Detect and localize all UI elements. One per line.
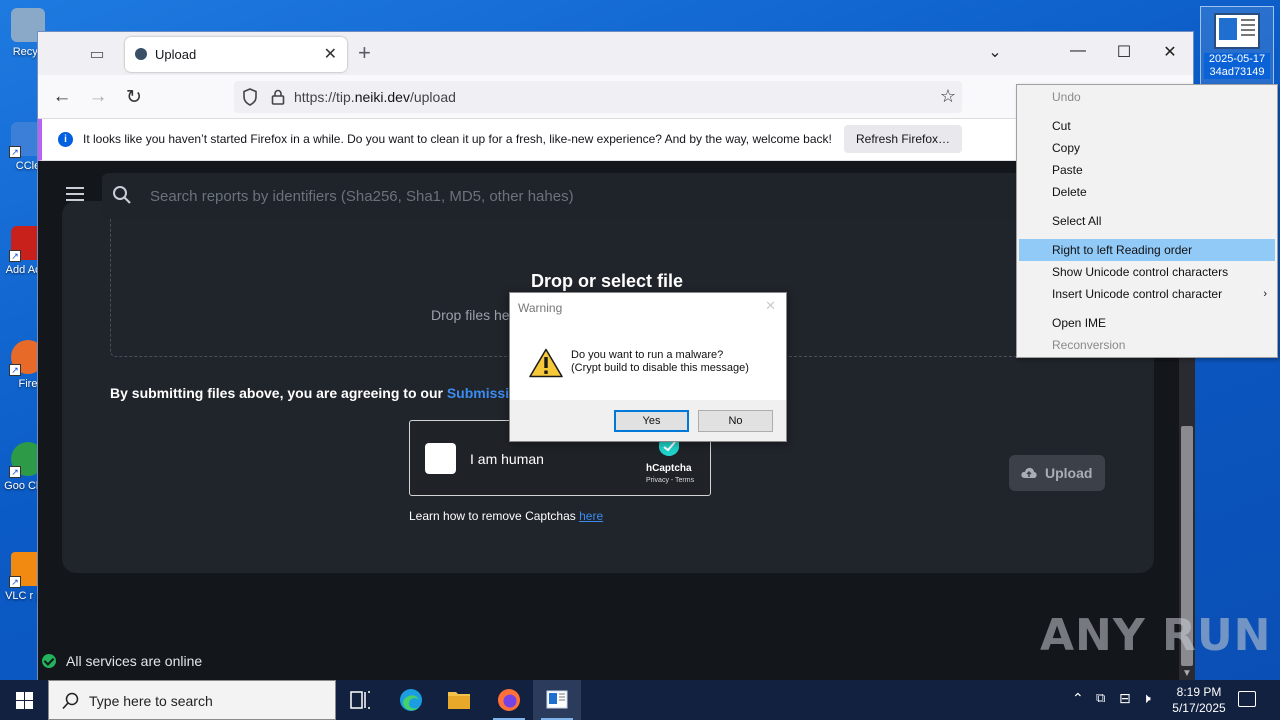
dialog-body: Do you want to run a malware? (Crypt bui…	[510, 323, 786, 400]
tab-list-chevron-icon[interactable]: ⌄	[980, 42, 1010, 62]
desktop-file-label: 2025-05-17 34ad73149	[1204, 53, 1270, 79]
no-button[interactable]: No	[698, 410, 773, 432]
taskbar-firefox[interactable]	[485, 680, 533, 720]
menu-item-paste[interactable]: Paste	[1019, 159, 1275, 181]
search-placeholder: Search reports by identifiers (Sha256, S…	[150, 188, 574, 205]
forward-icon[interactable]: →	[86, 86, 110, 108]
url-text: https://tip.neiki.dev/upload	[294, 89, 456, 105]
chevron-up-icon[interactable]: ⌃	[1072, 690, 1084, 707]
back-icon[interactable]: ←	[50, 86, 74, 108]
menu-item-open-ime[interactable]: Open IME	[1019, 312, 1275, 334]
upload-button[interactable]: Upload	[1009, 455, 1105, 491]
service-status: All services are online	[42, 653, 202, 669]
submenu-arrow-icon: ›	[1263, 288, 1267, 300]
anyrun-watermark: ANY RUN	[1040, 610, 1272, 661]
info-icon: i	[58, 132, 73, 147]
folder-icon	[448, 692, 470, 709]
dialog-message-line1: Do you want to run a malware?	[571, 349, 724, 361]
dialog-title: Warning	[518, 301, 563, 315]
yes-button[interactable]: Yes	[614, 410, 689, 432]
tab-bar: ▭ Upload ✕ + ⌄ — ☐ ✕	[38, 32, 1193, 75]
warning-dialog: Warning ✕ Do you want to run a malware? …	[509, 292, 787, 442]
network-icon[interactable]: ⊟	[1119, 690, 1131, 707]
hcaptcha-brand: hCaptcha	[646, 463, 692, 474]
desktop-file-icon[interactable]: 2025-05-17 34ad73149	[1200, 6, 1274, 86]
minimize-icon[interactable]: —	[1063, 42, 1093, 60]
new-tab-icon[interactable]: +	[358, 40, 371, 66]
warning-icon	[529, 348, 563, 378]
captcha-label: I am human	[470, 451, 544, 467]
agreement-text: By submitting files above, you are agree…	[110, 385, 527, 401]
document-icon	[546, 690, 568, 709]
site-header: Search reports by identifiers (Sha256, S…	[62, 173, 1162, 219]
task-view-icon	[350, 691, 370, 709]
check-circle-icon	[42, 654, 56, 668]
bookmark-star-icon[interactable]: ☆	[940, 86, 956, 107]
firefox-view-icon[interactable]: ▭	[86, 44, 108, 64]
taskbar-file-explorer[interactable]	[435, 680, 483, 720]
close-tab-icon[interactable]: ✕	[324, 44, 337, 64]
taskbar-active-app[interactable]	[533, 680, 581, 720]
captcha-checkbox[interactable]	[425, 443, 456, 474]
dialog-titlebar: Warning ✕	[510, 293, 786, 323]
menu-item-reconversion[interactable]: Reconversion	[1019, 334, 1275, 356]
document-icon	[1214, 13, 1260, 49]
search-icon	[62, 692, 79, 710]
edge-icon	[400, 689, 422, 711]
tab-upload[interactable]: Upload ✕	[125, 37, 347, 72]
scroll-down-icon[interactable]: ▼	[1182, 668, 1192, 679]
favicon-icon	[135, 48, 147, 60]
menu-item-select-all[interactable]: Select All	[1019, 210, 1275, 232]
search-icon	[113, 186, 131, 204]
firefox-icon	[498, 689, 520, 711]
reload-icon[interactable]: ↻	[122, 86, 146, 109]
menu-item-delete[interactable]: Delete	[1019, 181, 1275, 203]
shield-icon[interactable]	[242, 88, 258, 106]
start-button[interactable]	[0, 680, 48, 720]
context-menu: Undo Cut Copy Paste Delete Select All Ri…	[1016, 84, 1278, 358]
cloud-upload-icon	[1021, 467, 1037, 478]
clock-date: 5/17/2025	[1172, 701, 1226, 715]
taskbar-edge[interactable]	[387, 680, 435, 720]
lock-icon[interactable]	[270, 88, 286, 106]
menu-item-show-unicode[interactable]: Show Unicode control characters	[1019, 261, 1275, 283]
captcha-help-text: Learn how to remove Captchas here	[409, 509, 604, 523]
menu-item-rtl-reading-order[interactable]: Right to left Reading order	[1019, 239, 1275, 261]
menu-item-copy[interactable]: Copy	[1019, 137, 1275, 159]
security-icon[interactable]: ⧉	[1096, 690, 1105, 706]
maximize-icon[interactable]: ☐	[1109, 42, 1139, 62]
notification-center-icon[interactable]	[1238, 691, 1256, 707]
address-bar[interactable]: https://tip.neiki.dev/upload ☆	[234, 81, 962, 113]
dropzone-title: Drop or select file	[530, 271, 684, 291]
task-view-button[interactable]	[336, 680, 384, 720]
clock-time: 8:19 PM	[1176, 685, 1222, 699]
taskbar: Type here to search ⌃ ⧉ ⊟ 🕨 8:19 PM 5/17…	[0, 680, 1280, 720]
clock[interactable]: 8:19 PM 5/17/2025	[1160, 684, 1238, 716]
dialog-message-line2: (Crypt build to disable this message)	[571, 362, 749, 374]
report-search-input[interactable]: Search reports by identifiers (Sha256, S…	[102, 173, 1162, 219]
tab-title: Upload	[155, 47, 197, 62]
close-window-icon[interactable]: ✕	[1155, 42, 1185, 62]
menu-item-cut[interactable]: Cut	[1019, 115, 1275, 137]
dropzone-subtitle: Drop files he	[431, 307, 510, 323]
captcha-help-link[interactable]: here	[579, 509, 603, 523]
volume-icon[interactable]: 🕨	[1142, 690, 1151, 707]
refresh-firefox-button[interactable]: Refresh Firefox…	[844, 125, 963, 153]
taskbar-search-input[interactable]: Type here to search	[48, 680, 336, 720]
dialog-footer: Yes No	[510, 400, 786, 441]
dialog-close-icon[interactable]: ✕	[765, 298, 776, 314]
hcaptcha-terms-link[interactable]: Privacy - Terms	[646, 477, 694, 484]
notification-message: It looks like you haven’t started Firefo…	[83, 132, 832, 146]
menu-icon[interactable]	[66, 187, 84, 201]
windows-logo-icon	[16, 692, 24, 700]
menu-item-undo[interactable]: Undo	[1019, 86, 1275, 108]
menu-item-insert-unicode[interactable]: Insert Unicode control character ›	[1019, 283, 1275, 305]
